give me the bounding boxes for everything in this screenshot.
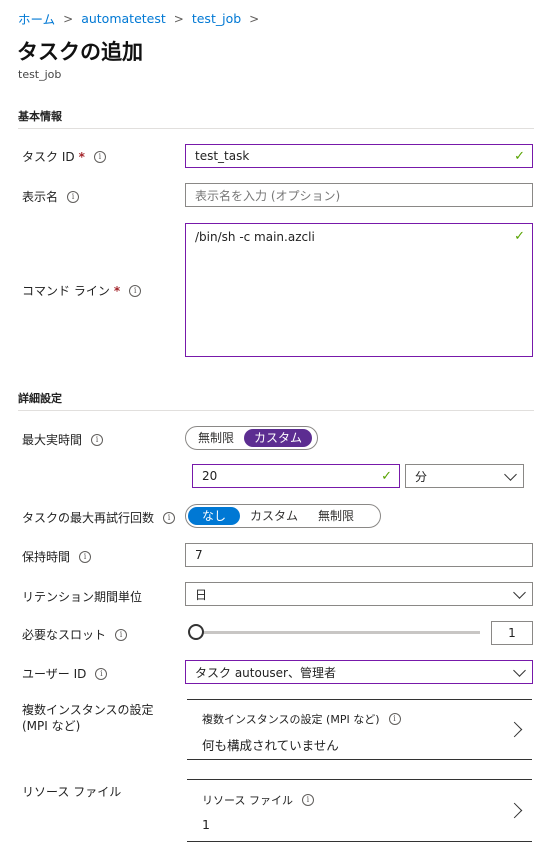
retention-unit-dropdown[interactable]: 日 bbox=[185, 582, 533, 606]
retention-unit-label-text: リテンション期間単位 bbox=[22, 590, 143, 604]
command-line-value: /bin/sh -c main.azcli bbox=[195, 230, 315, 244]
checkmark-icon: ✓ bbox=[514, 148, 525, 164]
retention-unit-value: 日 bbox=[195, 587, 208, 602]
info-icon[interactable]: i bbox=[91, 433, 104, 446]
slots-slider-thumb[interactable] bbox=[188, 624, 204, 640]
required-marker: * bbox=[78, 149, 85, 164]
info-icon[interactable]: i bbox=[93, 150, 106, 163]
breadcrumb-test-job[interactable]: test_job bbox=[192, 11, 241, 26]
info-icon[interactable]: i bbox=[67, 190, 80, 203]
max-runtime-option-unlimited[interactable]: 無制限 bbox=[188, 429, 244, 447]
breadcrumb-automatetest[interactable]: automatetest bbox=[81, 11, 166, 26]
breadcrumb-home[interactable]: ホーム bbox=[18, 9, 55, 28]
checkmark-icon: ✓ bbox=[381, 468, 392, 484]
max-retry-option-unlimited[interactable]: 無制限 bbox=[308, 507, 364, 525]
user-id-label-text: ユーザー ID bbox=[22, 667, 87, 681]
task-id-input[interactable]: test_task ✓ bbox=[185, 144, 533, 168]
resource-files-card-value: 1 bbox=[202, 817, 210, 832]
multi-instance-card-title: 複数インスタンスの設定 (MPI など) i bbox=[202, 711, 401, 727]
multi-instance-label-text: 複数インスタンスの設定 (MPI など) bbox=[22, 703, 154, 733]
checkmark-icon: ✓ bbox=[514, 229, 525, 244]
info-icon[interactable]: i bbox=[388, 713, 401, 725]
retention-unit-label: リテンション期間単位 bbox=[22, 588, 142, 605]
command-line-label-text: コマンド ライン bbox=[22, 284, 110, 298]
slots-label-text: 必要なスロット bbox=[22, 628, 107, 642]
multi-instance-card-value: 何も構成されていません bbox=[202, 738, 339, 753]
max-runtime-option-custom[interactable]: カスタム bbox=[244, 429, 313, 447]
max-runtime-toggle[interactable]: 無制限 カスタム bbox=[185, 426, 318, 450]
info-icon[interactable]: i bbox=[95, 667, 108, 680]
chevron-down-icon bbox=[513, 586, 526, 599]
slots-label: 必要なスロット i bbox=[22, 626, 128, 643]
display-name-placeholder: 表示名を入力 (オプション) bbox=[195, 188, 341, 203]
required-marker: * bbox=[113, 283, 121, 298]
breadcrumb-separator-icon: > bbox=[63, 11, 74, 26]
info-icon[interactable]: i bbox=[163, 511, 176, 524]
display-name-label-text: 表示名 bbox=[22, 190, 59, 204]
retention-label: 保持時間 i bbox=[22, 548, 92, 565]
max-retry-toggle[interactable]: なし カスタム 無制限 bbox=[185, 504, 381, 528]
breadcrumb-separator-icon: > bbox=[173, 11, 184, 26]
breadcrumb: ホーム > automatetest > test_job > bbox=[18, 9, 267, 28]
max-runtime-unit-value: 分 bbox=[415, 469, 428, 484]
section-advanced-heading: 詳細設定 bbox=[18, 392, 62, 405]
section-divider bbox=[18, 410, 534, 411]
chevron-down-icon bbox=[513, 664, 526, 677]
slots-input[interactable]: 1 bbox=[491, 621, 533, 645]
info-icon[interactable]: i bbox=[79, 550, 92, 563]
breadcrumb-separator-icon: > bbox=[249, 11, 260, 26]
command-line-textarea[interactable]: /bin/sh -c main.azcli ✓ bbox=[185, 223, 533, 357]
chevron-right-icon bbox=[506, 802, 523, 818]
chevron-right-icon bbox=[506, 721, 523, 737]
multi-instance-card[interactable]: 複数インスタンスの設定 (MPI など) i 何も構成されていません bbox=[187, 699, 532, 760]
info-icon[interactable]: i bbox=[129, 284, 142, 297]
retention-input[interactable]: 7 bbox=[185, 543, 533, 567]
user-id-value: タスク autouser、管理者 bbox=[195, 665, 336, 680]
max-retry-option-custom[interactable]: カスタム bbox=[240, 507, 308, 525]
task-id-label: タスク ID * i bbox=[22, 148, 106, 165]
max-retry-label-text: タスクの最大再試行回数 bbox=[22, 511, 155, 525]
page-title: タスクの追加 bbox=[17, 40, 143, 64]
section-basic-heading: 基本情報 bbox=[18, 110, 62, 123]
max-runtime-value-input[interactable]: 20 ✓ bbox=[192, 464, 400, 488]
user-id-dropdown[interactable]: タスク autouser、管理者 bbox=[185, 660, 533, 684]
multi-instance-card-title-text: 複数インスタンスの設定 (MPI など) bbox=[202, 713, 380, 726]
resource-files-card-title-text: リソース ファイル bbox=[202, 794, 293, 807]
slots-value: 1 bbox=[508, 626, 516, 640]
max-retry-label: タスクの最大再試行回数 i bbox=[22, 509, 176, 526]
max-runtime-label: 最大実時間 i bbox=[22, 431, 104, 448]
resource-files-card-title: リソース ファイル i bbox=[202, 792, 314, 808]
info-icon[interactable]: i bbox=[115, 628, 128, 641]
resource-files-card[interactable]: リソース ファイル i 1 bbox=[187, 779, 532, 842]
section-divider bbox=[18, 128, 534, 129]
page-subtitle: test_job bbox=[18, 68, 62, 81]
command-line-label: コマンド ライン * i bbox=[22, 282, 142, 299]
info-icon[interactable]: i bbox=[301, 794, 314, 806]
slots-slider-track[interactable] bbox=[195, 631, 480, 634]
retention-value: 7 bbox=[195, 548, 203, 562]
retention-label-text: 保持時間 bbox=[22, 550, 71, 564]
max-runtime-unit-dropdown[interactable]: 分 bbox=[405, 464, 524, 488]
chevron-down-icon bbox=[504, 468, 517, 481]
multi-instance-label: 複数インスタンスの設定 (MPI など) bbox=[22, 702, 182, 734]
resource-files-label-text: リソース ファイル bbox=[22, 785, 122, 799]
max-runtime-value: 20 bbox=[202, 469, 218, 483]
display-name-label: 表示名 i bbox=[22, 188, 80, 205]
max-retry-option-none[interactable]: なし bbox=[188, 507, 241, 525]
task-id-value: test_task bbox=[195, 149, 250, 163]
resource-files-label: リソース ファイル bbox=[22, 783, 121, 800]
task-id-label-text: タスク ID bbox=[22, 150, 75, 164]
max-runtime-label-text: 最大実時間 bbox=[22, 433, 83, 447]
display-name-input[interactable]: 表示名を入力 (オプション) bbox=[185, 183, 533, 207]
user-id-label: ユーザー ID i bbox=[22, 665, 108, 682]
